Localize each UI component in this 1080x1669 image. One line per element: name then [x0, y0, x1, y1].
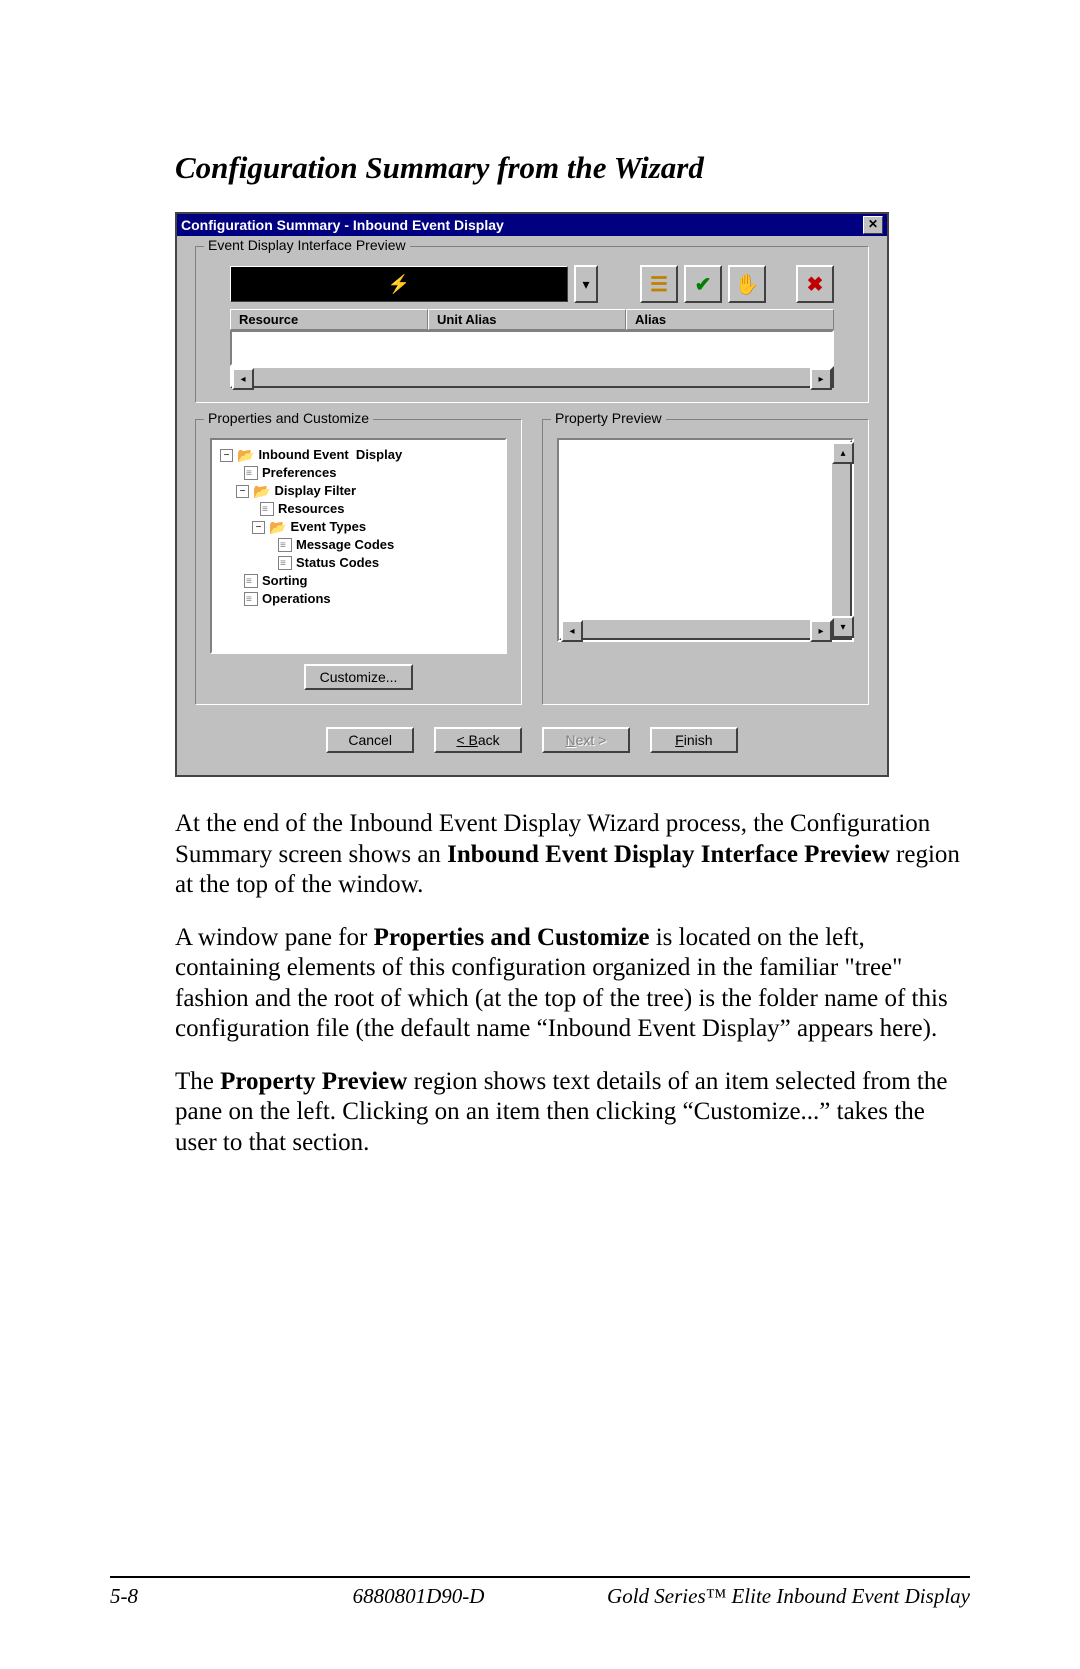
properties-group: Properties and Customize −📂Inbound Event…: [195, 419, 522, 705]
tree-display-filter[interactable]: −📂Display Filter: [220, 482, 497, 500]
doc-icon: [260, 502, 274, 516]
scroll-right-icon[interactable]: ▸: [810, 368, 832, 390]
property-preview-pane: ▴ ▾ ◂ ▸: [557, 438, 854, 642]
hand-icon[interactable]: ✋: [728, 265, 766, 303]
doc-icon: [244, 592, 258, 606]
combo-dropdown-button[interactable]: ▾: [574, 265, 598, 303]
preview-legend: Event Display Interface Preview: [204, 237, 410, 253]
properties-tree[interactable]: −📂Inbound Event Display Preferences −📂Di…: [210, 438, 507, 654]
property-preview-legend: Property Preview: [551, 410, 666, 426]
properties-legend: Properties and Customize: [204, 410, 373, 426]
doc-icon: [278, 538, 292, 552]
scroll-down-icon[interactable]: ▾: [832, 616, 854, 638]
scroll-right-icon[interactable]: ▸: [810, 620, 832, 642]
tree-message-codes[interactable]: Message Codes: [220, 536, 497, 554]
property-preview-group: Property Preview ▴ ▾ ◂ ▸: [542, 419, 869, 705]
next-button: Next >: [542, 727, 630, 753]
preview-vscroll[interactable]: ▴ ▾: [830, 440, 852, 640]
tree-sorting[interactable]: Sorting: [220, 572, 497, 590]
folder-open-icon: 📂: [253, 482, 270, 500]
close-icon[interactable]: ✕: [863, 216, 883, 234]
preview-hscroll[interactable]: ◂ ▸: [230, 366, 834, 388]
interface-preview-group: Event Display Interface Preview ⚡ ▾ ☰ ✔ …: [195, 246, 869, 403]
event-combo[interactable]: ⚡: [230, 266, 568, 302]
customize-button[interactable]: Customize...: [304, 664, 414, 690]
scroll-left-icon[interactable]: ◂: [232, 368, 254, 390]
section-heading: Configuration Summary from the Wizard: [175, 150, 970, 186]
title-bar: Configuration Summary - Inbound Event Di…: [177, 214, 887, 236]
config-summary-dialog: Configuration Summary - Inbound Event Di…: [175, 212, 889, 777]
body-text: At the end of the Inbound Event Display …: [175, 809, 970, 1158]
page-footer: 5-8 6880801D90-D Gold Series™ Elite Inbo…: [110, 1576, 970, 1609]
scroll-left-icon[interactable]: ◂: [561, 620, 583, 642]
preview-hscroll2[interactable]: ◂ ▸: [559, 618, 834, 640]
col-unit-alias[interactable]: Unit Alias: [428, 309, 626, 330]
delete-icon[interactable]: ✖: [796, 265, 834, 303]
doc-icon: [244, 466, 258, 480]
col-resource[interactable]: Resource: [230, 309, 428, 330]
window-title: Configuration Summary - Inbound Event Di…: [181, 217, 504, 233]
back-button[interactable]: < Back: [434, 727, 522, 753]
finish-button[interactable]: Finish: [650, 727, 738, 753]
cancel-button[interactable]: Cancel: [326, 727, 414, 753]
tree-preferences[interactable]: Preferences: [220, 464, 497, 482]
bolt-icon: ⚡: [388, 274, 410, 295]
check-icon[interactable]: ✔: [684, 265, 722, 303]
doc-icon: [278, 556, 292, 570]
doc-icon: [244, 574, 258, 588]
tree-resources[interactable]: Resources: [220, 500, 497, 518]
folder-open-icon: 📂: [237, 446, 254, 464]
col-alias[interactable]: Alias: [626, 309, 834, 330]
folder-open-icon: 📂: [269, 518, 286, 536]
tree-operations[interactable]: Operations: [220, 590, 497, 608]
tree-root[interactable]: −📂Inbound Event Display: [220, 446, 497, 464]
preview-table-header: Resource Unit Alias Alias: [230, 309, 834, 330]
list-icon[interactable]: ☰: [640, 265, 678, 303]
wizard-button-row: Cancel < Back Next > Finish: [195, 705, 869, 759]
product-name: Gold Series™ Elite Inbound Event Display: [607, 1584, 970, 1609]
scroll-up-icon[interactable]: ▴: [832, 442, 854, 464]
page-number: 5-8: [110, 1584, 230, 1609]
doc-number: 6880801D90-D: [353, 1584, 485, 1609]
tree-event-types[interactable]: −📂Event Types: [220, 518, 497, 536]
preview-table-body: [230, 330, 834, 366]
tree-status-codes[interactable]: Status Codes: [220, 554, 497, 572]
